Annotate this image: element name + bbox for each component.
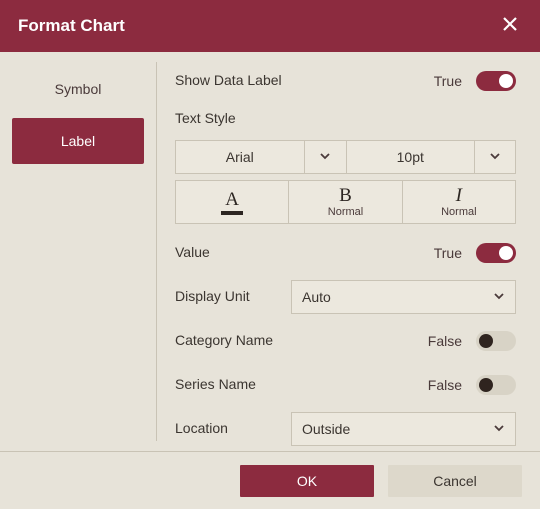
titlebar: Format Chart xyxy=(0,0,540,52)
chevron-down-icon xyxy=(493,289,505,305)
close-button[interactable] xyxy=(498,14,522,38)
location-value: Outside xyxy=(302,421,350,437)
tab-list: Symbol Label xyxy=(0,52,156,451)
font-color-letter: A xyxy=(225,190,239,209)
category-name-toggle[interactable] xyxy=(476,331,516,351)
close-icon xyxy=(501,15,519,38)
font-family-dropdown[interactable] xyxy=(304,140,346,174)
display-unit-select[interactable]: Auto xyxy=(291,280,516,314)
row-series-name: Series Name False xyxy=(175,370,516,400)
label-panel: Show Data Label True Text Style Arial 10… xyxy=(157,52,540,451)
italic-letter: I xyxy=(456,186,462,205)
ok-button[interactable]: OK xyxy=(240,465,374,497)
italic-state: Normal xyxy=(441,206,476,218)
italic-button[interactable]: I Normal xyxy=(402,181,515,223)
value-state: True xyxy=(434,245,462,261)
row-show-data-label: Show Data Label True xyxy=(175,66,516,96)
row-category-name: Category Name False xyxy=(175,326,516,356)
show-data-label-state: True xyxy=(434,73,462,89)
font-family-display[interactable]: Arial xyxy=(175,140,304,174)
text-style-label: Text Style xyxy=(175,110,516,126)
font-color-button[interactable]: A xyxy=(176,181,288,223)
dialog-title: Format Chart xyxy=(18,16,125,36)
cancel-button[interactable]: Cancel xyxy=(388,465,522,497)
show-data-label-text: Show Data Label xyxy=(175,72,291,90)
format-chart-dialog: Format Chart Symbol Label Show Data Labe… xyxy=(0,0,540,509)
text-style-buttons: A B Normal I Normal xyxy=(175,180,516,224)
category-name-label: Category Name xyxy=(175,332,291,350)
series-name-toggle[interactable] xyxy=(476,375,516,395)
row-display-unit: Display Unit Auto xyxy=(175,282,516,312)
display-unit-value: Auto xyxy=(302,289,331,305)
font-size-dropdown[interactable] xyxy=(474,140,516,174)
value-toggle[interactable] xyxy=(476,243,516,263)
location-select[interactable]: Outside xyxy=(291,412,516,446)
dialog-body: Symbol Label Show Data Label True Text S… xyxy=(0,52,540,451)
category-name-state: False xyxy=(428,333,462,349)
row-location: Location Outside xyxy=(175,414,516,444)
chevron-down-icon xyxy=(489,149,501,165)
tab-symbol[interactable]: Symbol xyxy=(12,66,144,112)
chevron-down-icon xyxy=(319,149,331,165)
show-data-label-toggle[interactable] xyxy=(476,71,516,91)
bold-letter: B xyxy=(339,186,352,205)
chevron-down-icon xyxy=(493,421,505,437)
font-size-display[interactable]: 10pt xyxy=(346,140,475,174)
series-name-state: False xyxy=(428,377,462,393)
display-unit-label: Display Unit xyxy=(175,288,291,306)
series-name-label: Series Name xyxy=(175,376,291,394)
value-label: Value xyxy=(175,244,291,262)
font-size-row: Arial 10pt xyxy=(175,140,516,174)
location-label: Location xyxy=(175,420,291,438)
color-swatch-icon xyxy=(221,211,243,215)
row-value: Value True xyxy=(175,238,516,268)
dialog-footer: OK Cancel xyxy=(0,451,540,509)
tab-label[interactable]: Label xyxy=(12,118,144,164)
bold-state: Normal xyxy=(328,206,363,218)
bold-button[interactable]: B Normal xyxy=(288,181,401,223)
